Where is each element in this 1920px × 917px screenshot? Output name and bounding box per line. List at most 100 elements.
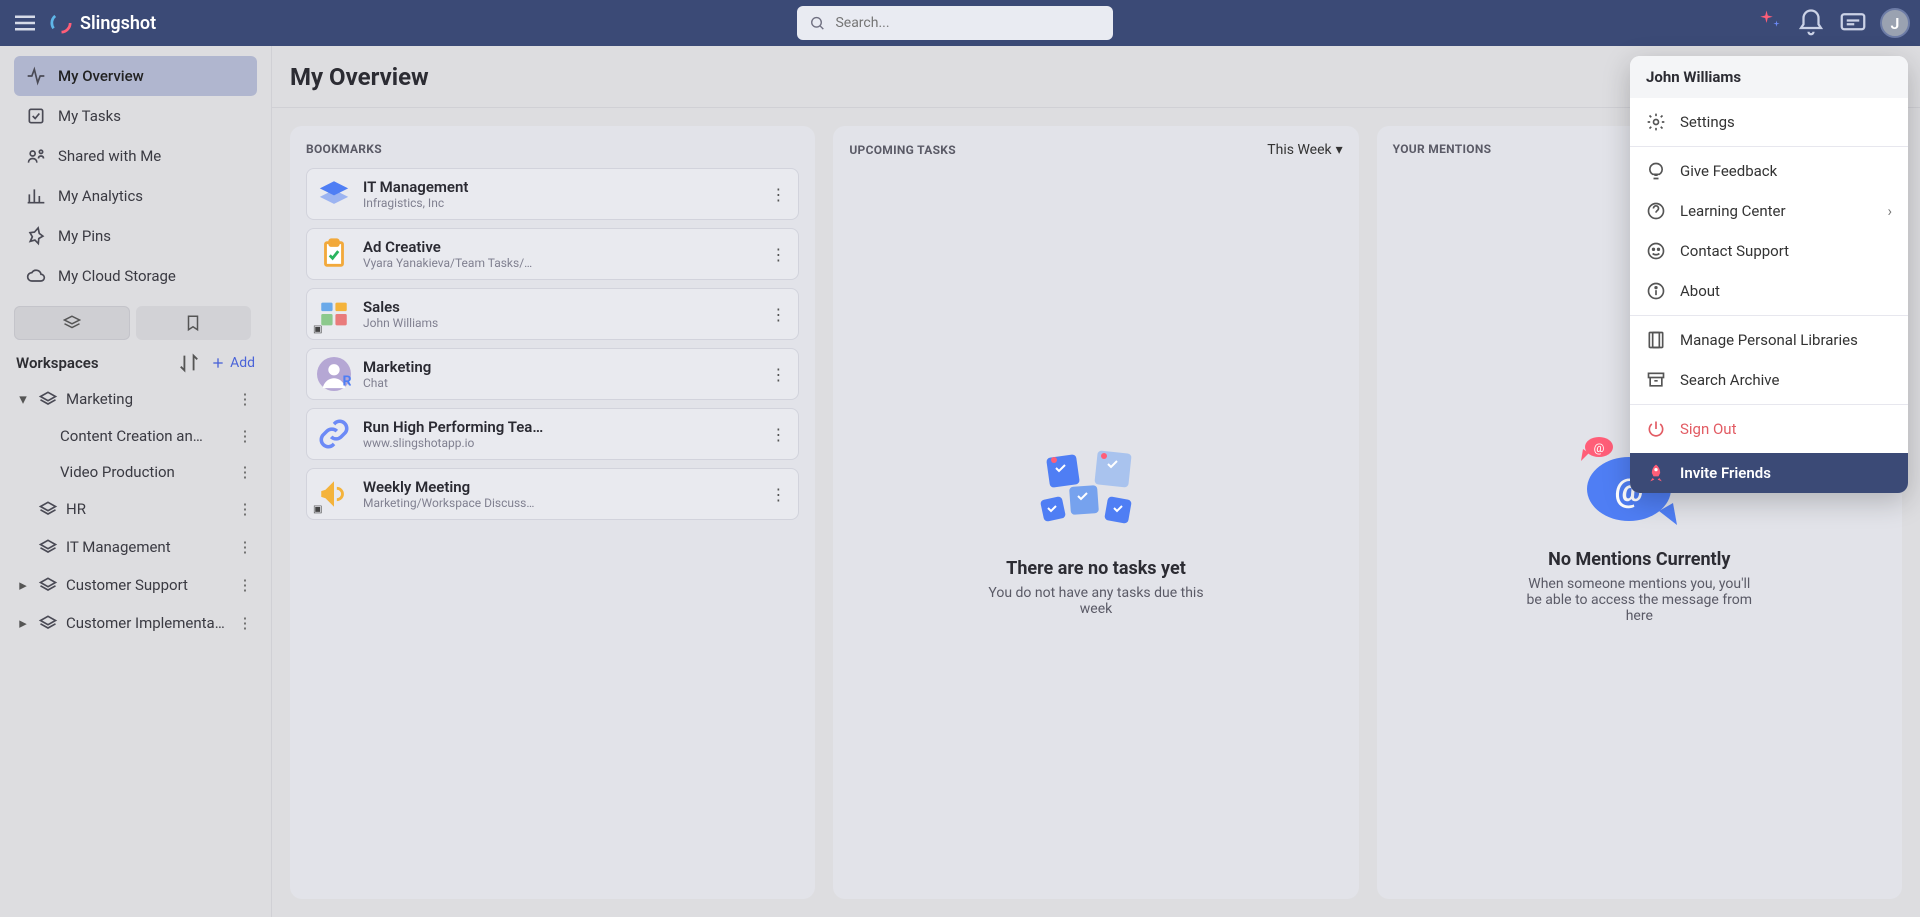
workspace-item-implementation[interactable]: ▸ Customer Implementa… ⋮ xyxy=(6,604,265,642)
plus-icon xyxy=(210,355,226,371)
sidebar: My Overview My Tasks Shared with Me My A… xyxy=(0,46,272,917)
sidebar-item-label: Shared with Me xyxy=(58,147,161,165)
workspace-item-it[interactable]: IT Management ⋮ xyxy=(6,528,265,566)
search-input[interactable] xyxy=(835,15,1101,31)
bookmark-subtitle: Vyara Yanakieva/Team Tasks/… xyxy=(363,256,756,270)
sidebar-item-analytics[interactable]: My Analytics xyxy=(14,176,257,216)
tasks-empty-text: You do not have any tasks due this week xyxy=(976,585,1216,617)
menu-label: Settings xyxy=(1680,113,1735,131)
more-button[interactable]: ⋮ xyxy=(235,390,255,408)
more-button[interactable]: ⋮ xyxy=(768,365,788,384)
more-button[interactable]: ⋮ xyxy=(768,425,788,444)
sidebar-item-overview[interactable]: My Overview xyxy=(14,56,257,96)
workspace-item-hr[interactable]: HR ⋮ xyxy=(6,490,265,528)
bookmark-subtitle: Marketing/Workspace Discuss… xyxy=(363,496,756,510)
menu-about[interactable]: About xyxy=(1630,271,1908,311)
bookmark-subtitle: Chat xyxy=(363,376,756,390)
sidebar-item-pins[interactable]: My Pins xyxy=(14,216,257,256)
menu-learning[interactable]: Learning Center › xyxy=(1630,191,1908,231)
sidebar-item-label: My Pins xyxy=(58,227,111,245)
chevron-down-icon: ▾ xyxy=(1336,142,1343,158)
bookmark-icon xyxy=(184,314,202,332)
notifications-button[interactable] xyxy=(1796,8,1826,38)
profile-name: John Williams xyxy=(1646,68,1892,86)
menu-archive[interactable]: Search Archive xyxy=(1630,360,1908,400)
more-button[interactable]: ⋮ xyxy=(768,305,788,324)
menu-invite[interactable]: Invite Friends xyxy=(1630,453,1908,493)
tasks-filter-dropdown[interactable]: This Week ▾ xyxy=(1267,142,1342,158)
view-layers-button[interactable] xyxy=(14,306,130,340)
bookmark-item[interactable]: Weekly Meeting Marketing/Workspace Discu… xyxy=(306,468,799,520)
library-icon xyxy=(1646,330,1666,350)
more-button[interactable]: ⋮ xyxy=(235,500,255,518)
bookmark-badge-icon: ▣ xyxy=(313,504,322,515)
more-button[interactable]: ⋮ xyxy=(768,245,788,264)
more-button[interactable]: ⋮ xyxy=(235,614,255,632)
archive-icon xyxy=(1646,370,1666,390)
view-bookmarks-button[interactable] xyxy=(136,306,252,340)
tasks-empty-icon xyxy=(1026,436,1166,546)
cloud-icon xyxy=(26,266,46,286)
chat-button[interactable] xyxy=(1838,8,1868,38)
layers-icon xyxy=(38,389,58,409)
menu-signout[interactable]: Sign Out xyxy=(1630,409,1908,449)
bookmark-item[interactable]: Run High Performing Tea… www.slingshotap… xyxy=(306,408,799,460)
hamburger-menu-button[interactable] xyxy=(10,8,40,38)
avatar-initial: J xyxy=(1891,14,1900,33)
search-bar[interactable] xyxy=(797,6,1113,40)
app-logo[interactable]: Slingshot xyxy=(50,12,156,34)
chat-icon xyxy=(1838,8,1868,38)
sidebar-item-label: My Tasks xyxy=(58,107,121,125)
app-name: Slingshot xyxy=(80,13,156,34)
workspace-item-marketing[interactable]: ▾ Marketing ⋮ xyxy=(6,380,265,418)
add-workspace-button[interactable]: Add xyxy=(210,355,255,371)
menu-feedback[interactable]: Give Feedback xyxy=(1630,151,1908,191)
more-button[interactable]: ⋮ xyxy=(235,576,255,594)
layers-icon xyxy=(63,314,81,332)
menu-libraries[interactable]: Manage Personal Libraries xyxy=(1630,320,1908,360)
mentions-empty-title: No Mentions Currently xyxy=(1548,549,1730,570)
workspace-child-video[interactable]: Video Production ⋮ xyxy=(50,454,265,490)
link-icon xyxy=(317,417,351,451)
menu-label: Manage Personal Libraries xyxy=(1680,331,1858,349)
activity-icon xyxy=(26,66,46,86)
sidebar-item-shared[interactable]: Shared with Me xyxy=(14,136,257,176)
sort-button[interactable] xyxy=(178,352,200,374)
more-button[interactable]: ⋮ xyxy=(768,485,788,504)
more-button[interactable]: ⋮ xyxy=(235,538,255,556)
more-button[interactable]: ⋮ xyxy=(235,427,255,445)
caret-right-icon: ▸ xyxy=(16,614,30,632)
mentions-title: YOUR MENTIONS xyxy=(1393,142,1492,156)
workspace-item-support[interactable]: ▸ Customer Support ⋮ xyxy=(6,566,265,604)
more-button[interactable]: ⋮ xyxy=(768,185,788,204)
sidebar-item-cloud[interactable]: My Cloud Storage xyxy=(14,256,257,296)
bookmark-title: Marketing xyxy=(363,358,756,376)
avatar-icon: R xyxy=(317,357,351,391)
workspace-label: Video Production xyxy=(60,463,227,481)
sidebar-item-tasks[interactable]: My Tasks xyxy=(14,96,257,136)
clipboard-icon xyxy=(317,237,351,271)
avatar-button[interactable]: J xyxy=(1880,8,1910,38)
sidebar-item-label: My Overview xyxy=(58,67,144,85)
menu-settings[interactable]: Settings xyxy=(1630,102,1908,142)
workspace-child-content[interactable]: Content Creation an… ⋮ xyxy=(50,418,265,454)
tasks-empty-title: There are no tasks yet xyxy=(1006,558,1186,579)
bookmark-badge-icon: ▣ xyxy=(313,324,322,335)
bookmark-item[interactable]: Ad Creative Vyara Yanakieva/Team Tasks/…… xyxy=(306,228,799,280)
workspaces-title: Workspaces xyxy=(16,354,168,372)
topbar: Slingshot J xyxy=(0,0,1920,46)
more-button[interactable]: ⋮ xyxy=(235,463,255,481)
task-icon xyxy=(26,106,46,126)
profile-menu: John Williams Settings Give Feedback Lea… xyxy=(1630,56,1908,493)
sparkle-button[interactable] xyxy=(1754,8,1784,38)
power-icon xyxy=(1646,419,1666,439)
bookmark-item[interactable]: IT Management Infragistics, Inc ⋮ xyxy=(306,168,799,220)
bookmark-title: Run High Performing Tea… xyxy=(363,418,756,436)
menu-support[interactable]: Contact Support xyxy=(1630,231,1908,271)
bookmark-item[interactable]: Sales John Williams ⋮ ▣ xyxy=(306,288,799,340)
menu-icon xyxy=(10,8,40,38)
sidebar-item-label: My Analytics xyxy=(58,187,143,205)
search-icon xyxy=(809,14,825,32)
bookmark-item[interactable]: R Marketing Chat ⋮ xyxy=(306,348,799,400)
topbar-actions: J xyxy=(1754,8,1910,38)
